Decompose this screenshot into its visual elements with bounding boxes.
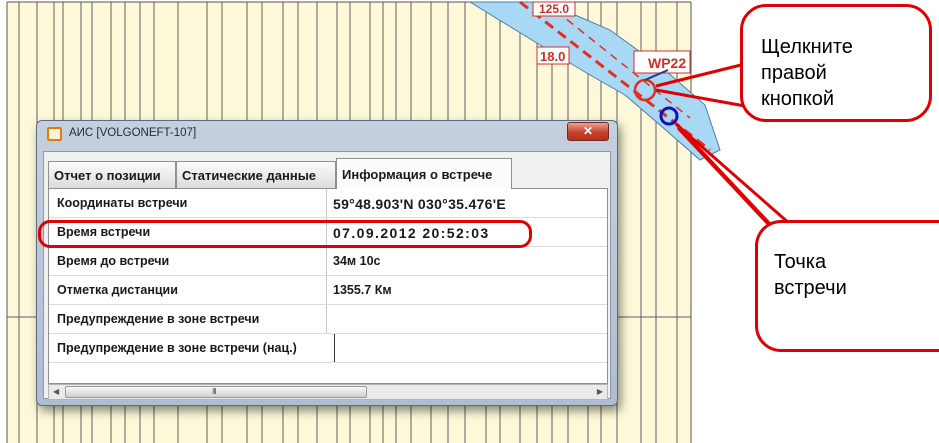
table-row-meeting-coordinates[interactable]: Координаты встречи 59°48.903'N 030°35.47…: [49, 189, 607, 218]
table-row-zone-warning-national[interactable]: Предупреждение в зоне встречи (нац.): [49, 334, 607, 363]
meeting-info-table: Координаты встречи 59°48.903'N 030°35.47…: [48, 188, 608, 384]
row-key: Время до встречи: [57, 254, 170, 268]
scrollbar-grip: III: [212, 387, 217, 396]
column-divider: [326, 276, 327, 304]
column-divider: [326, 247, 327, 275]
horizontal-scrollbar[interactable]: ◀ III ▶: [48, 384, 608, 400]
column-divider: [326, 189, 327, 217]
window-title: АИС [VOLGONEFT-107]: [69, 127, 197, 139]
depth-label-2: 125.0: [539, 2, 569, 16]
tab-position-report[interactable]: Отчет о позиции: [48, 161, 176, 188]
row-value: 59°48.903'N 030°35.476'E: [333, 196, 506, 212]
row-key: Координаты встречи: [57, 196, 188, 210]
callout-right-click-line2: правой: [761, 62, 827, 84]
table-row-time-to-meeting[interactable]: Время до встречи 34м 10с: [49, 247, 607, 276]
callout-meeting-point-line2: встречи: [774, 277, 847, 299]
close-button[interactable]: ✕: [567, 122, 609, 141]
scroll-left-icon[interactable]: ◀: [53, 387, 59, 396]
column-divider: [326, 305, 327, 333]
callout-right-click: Щелкните правой кнопкой: [740, 4, 932, 122]
row-value: 1355.7 Км: [333, 283, 392, 297]
tab-static-data[interactable]: Статические данные: [176, 161, 336, 188]
window-titlebar[interactable]: АИС [VOLGONEFT-107] ✕: [37, 121, 617, 147]
tab-meeting-info[interactable]: Информация о встрече: [336, 158, 512, 189]
close-icon: ✕: [582, 124, 594, 138]
waypoint-label: WP22: [648, 55, 686, 71]
table-row-zone-warning[interactable]: Предупреждение в зоне встречи: [49, 305, 607, 334]
app-icon: [47, 127, 62, 141]
scrollbar-thumb[interactable]: III: [65, 386, 367, 398]
callout-meeting-point-line1: Точка: [774, 251, 827, 273]
row-key: Отметка дистанции: [57, 283, 178, 297]
depth-label-1: 18.0: [540, 49, 565, 64]
window-client-area: Отчет о позиции Статические данные Инфор…: [43, 151, 611, 400]
row-key: Предупреждение в зоне встречи (нац.): [57, 341, 297, 355]
scroll-right-icon[interactable]: ▶: [597, 387, 603, 396]
table-row-distance-mark[interactable]: Отметка дистанции 1355.7 Км: [49, 276, 607, 305]
column-divider: [334, 334, 335, 362]
row-value: 34м 10с: [333, 254, 381, 268]
callout-meeting-point: Точка встречи: [755, 220, 939, 352]
row-key: Предупреждение в зоне встречи: [57, 312, 260, 326]
callout-right-click-line1: Щелкните: [761, 36, 853, 58]
callout-right-click-line3: кнопкой: [761, 88, 835, 110]
meeting-time-highlight: [38, 220, 532, 248]
ais-window[interactable]: АИС [VOLGONEFT-107] ✕ Отчет о позиции Ст…: [36, 120, 618, 406]
